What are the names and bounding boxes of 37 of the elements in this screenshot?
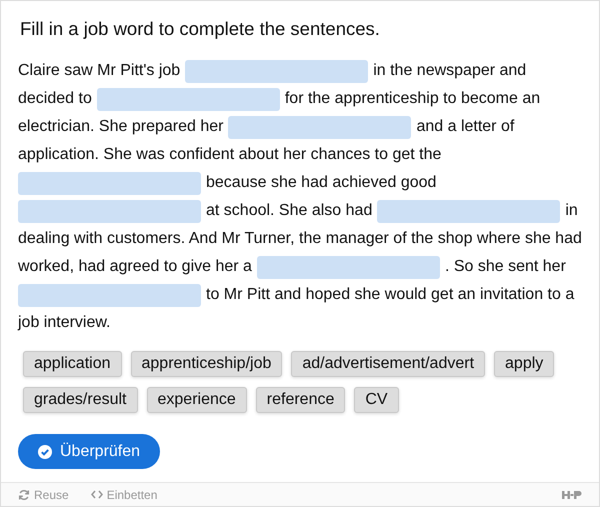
draggable-word[interactable]: application: [23, 351, 122, 377]
drop-zone[interactable]: [18, 200, 201, 222]
sentence-text: for the apprenticeship to become an: [284, 89, 540, 109]
draggable-word[interactable]: grades/result: [23, 387, 138, 413]
check-circle-icon: [38, 444, 52, 458]
sentence-text: application. She was confident about her chances to get the: [18, 145, 442, 165]
draggable-word[interactable]: apply: [494, 351, 554, 377]
refresh-icon: [18, 488, 30, 500]
sentence-text: because she had achieved good: [206, 173, 436, 193]
drop-zone[interactable]: [18, 172, 201, 194]
sentence-text: in the newspaper and: [373, 61, 526, 81]
draggable-word[interactable]: reference: [256, 387, 346, 413]
sentence-text: and a letter of: [416, 117, 514, 137]
drop-zone[interactable]: [18, 284, 201, 306]
sentence-text: Claire saw Mr Pitt's job: [18, 61, 180, 81]
sentence-text: worked, had agreed to give her a: [18, 257, 252, 277]
sentence-text: decided to: [18, 89, 92, 109]
drop-zone[interactable]: [228, 116, 412, 138]
code-icon: [90, 490, 103, 499]
drop-zone[interactable]: [185, 60, 368, 82]
sentence-text: dealing with customers. And Mr Turner, the manager of the shop where she had: [18, 229, 582, 249]
drop-zone[interactable]: [377, 200, 560, 222]
draggable-word[interactable]: CV: [354, 387, 399, 413]
drop-zone[interactable]: [96, 88, 280, 110]
sentence-text: to Mr Pitt and hoped she would get an invitation to a: [206, 285, 574, 305]
sentence-text: electrician. She prepared her: [18, 117, 224, 137]
check-button[interactable]: Überprüfen: [18, 434, 160, 469]
drop-zone[interactable]: [256, 256, 440, 278]
sentence-text: . So she sent her: [444, 257, 566, 277]
draggable-word[interactable]: ad/advertisement/advert: [291, 351, 486, 377]
task-instruction: Fill in a job word to complete the sentences.: [19, 17, 381, 41]
sentence-text: in: [565, 201, 578, 221]
draggable-word[interactable]: experience: [146, 387, 247, 413]
sentence-text: job interview.: [18, 313, 110, 333]
draggable-word[interactable]: apprenticeship/job: [130, 351, 282, 377]
logo-icon: [562, 490, 582, 500]
sentence-text: at school. She also had: [206, 201, 372, 221]
